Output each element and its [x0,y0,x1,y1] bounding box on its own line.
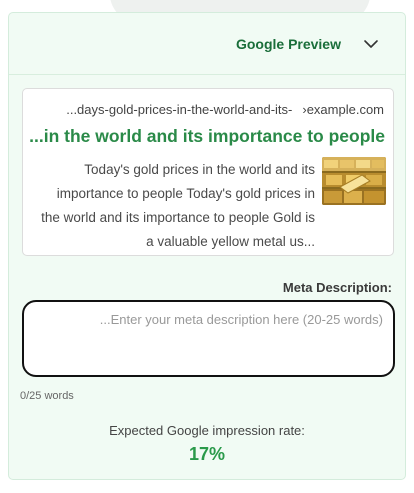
serp-url-domain: ›example.com [302,102,384,117]
serp-preview-card: ...days-gold-prices-in-the-world-and-its… [22,88,394,256]
panel-header[interactable]: Google Preview [9,13,405,75]
meta-description-label: Meta Description: [282,280,392,295]
meta-description-input[interactable] [22,300,395,377]
gold-bars-thumbnail [322,157,386,205]
panel-title: Google Preview [235,35,341,52]
impression-rate-value: 17% [188,444,226,464]
chevron-down-icon[interactable] [363,36,379,52]
serp-url-path: ...days-gold-prices-in-the-world-and-its… [66,102,293,117]
google-preview-panel: Google Preview ...days-gold-prices-in-th… [8,12,406,480]
serp-url: ...days-gold-prices-in-the-world-and-its… [23,102,393,117]
impression-rate-label: Expected Google impression rate: [109,423,305,438]
serp-snippet: Today's gold prices in the world and its… [41,162,315,249]
word-count: 0/25 words [20,390,74,402]
serp-title[interactable]: ...in the world and its importance to pe… [29,126,385,147]
gold-bars-image [322,157,386,205]
